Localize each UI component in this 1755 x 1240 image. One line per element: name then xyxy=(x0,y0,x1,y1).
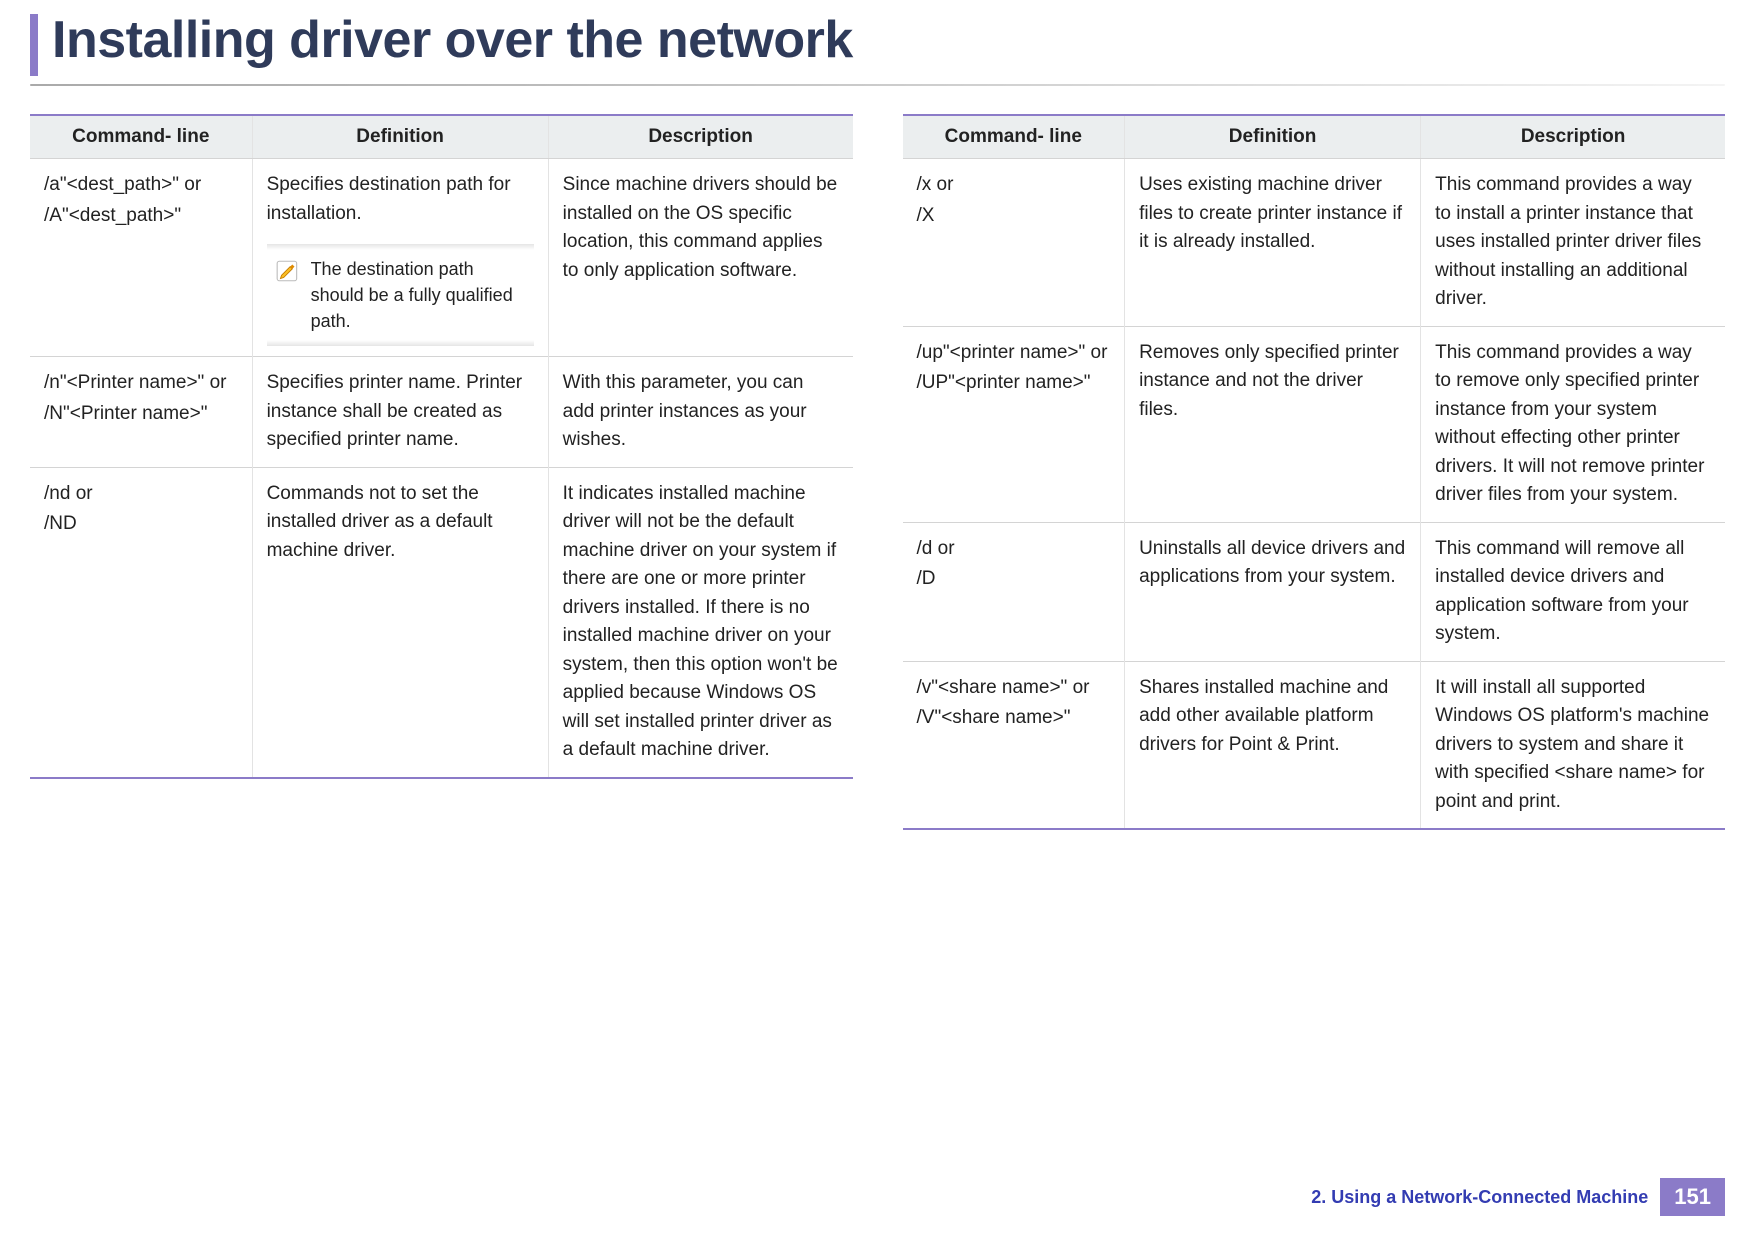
command-cell: /nd or /ND xyxy=(30,467,252,778)
table-row: /up"<printer name>" or /UP"<printer name… xyxy=(903,326,1726,522)
command-text: /d or xyxy=(917,535,1111,564)
col-header-command: Command- line xyxy=(903,115,1125,159)
definition-cell: Uninstalls all device drivers and applic… xyxy=(1125,522,1421,661)
page-number: 151 xyxy=(1660,1178,1725,1216)
col-header-definition: Definition xyxy=(252,115,548,159)
command-cell: /x or /X xyxy=(903,159,1125,327)
command-text: /x or xyxy=(917,171,1111,200)
table-header-row: Command- line Definition Description xyxy=(903,115,1726,159)
command-cell: /a"<dest_path>" or /A"<dest_path>" xyxy=(30,159,252,357)
command-text: /a"<dest_path>" or xyxy=(44,171,238,200)
description-cell: It will install all supported Windows OS… xyxy=(1421,661,1725,829)
command-cell: /d or /D xyxy=(903,522,1125,661)
table-row: /x or /X Uses existing machine driver fi… xyxy=(903,159,1726,327)
command-cell: /v"<share name>" or /V"<share name>" xyxy=(903,661,1125,829)
page-header: Installing driver over the network xyxy=(30,0,1725,76)
command-text: /ND xyxy=(44,510,238,539)
command-text: /n"<Printer name>" or xyxy=(44,369,238,398)
col-header-description: Description xyxy=(1421,115,1725,159)
table-row: /v"<share name>" or /V"<share name>" Sha… xyxy=(903,661,1726,829)
definition-cell: Removes only specified printer instance … xyxy=(1125,326,1421,522)
page-title: Installing driver over the network xyxy=(52,10,853,70)
definition-cell: Specifies destination path for installat… xyxy=(252,159,548,357)
command-cell: /up"<printer name>" or /UP"<printer name… xyxy=(903,326,1125,522)
right-column: Command- line Definition Description /x … xyxy=(903,114,1726,830)
command-cell: /n"<Printer name>" or /N"<Printer name>" xyxy=(30,357,252,468)
description-cell: It indicates installed machine driver wi… xyxy=(548,467,852,778)
command-text: /v"<share name>" or xyxy=(917,674,1111,703)
pencil-note-icon xyxy=(275,258,301,284)
footer-section-text: 2. Using a Network-Connected Machine xyxy=(1311,1187,1648,1208)
table-row: /d or /D Uninstalls all device drivers a… xyxy=(903,522,1726,661)
command-text: /X xyxy=(917,202,1111,231)
page-footer: 2. Using a Network-Connected Machine 151 xyxy=(1311,1178,1725,1216)
command-text: /A"<dest_path>" xyxy=(44,202,238,231)
table-header-row: Command- line Definition Description xyxy=(30,115,853,159)
table-row: /a"<dest_path>" or /A"<dest_path>" Speci… xyxy=(30,159,853,357)
content-columns: Command- line Definition Description /a"… xyxy=(30,114,1725,830)
command-table-right: Command- line Definition Description /x … xyxy=(903,114,1726,830)
definition-text: Specifies destination path for installat… xyxy=(267,174,511,224)
command-table-left: Command- line Definition Description /a"… xyxy=(30,114,853,779)
description-cell: This command will remove all installed d… xyxy=(1421,522,1725,661)
description-cell: With this parameter, you can add printer… xyxy=(548,357,852,468)
table-row: /nd or /ND Commands not to set the insta… xyxy=(30,467,853,778)
note-box: The destination path should be a fully q… xyxy=(267,246,534,344)
definition-cell: Specifies printer name. Printer instance… xyxy=(252,357,548,468)
definition-cell: Uses existing machine driver files to cr… xyxy=(1125,159,1421,327)
table-row: /n"<Printer name>" or /N"<Printer name>"… xyxy=(30,357,853,468)
command-text: /nd or xyxy=(44,480,238,509)
command-text: /D xyxy=(917,565,1111,594)
definition-cell: Shares installed machine and add other a… xyxy=(1125,661,1421,829)
definition-cell: Commands not to set the installed driver… xyxy=(252,467,548,778)
description-cell: This command provides a way to remove on… xyxy=(1421,326,1725,522)
col-header-description: Description xyxy=(548,115,852,159)
col-header-command: Command- line xyxy=(30,115,252,159)
command-text: /UP"<printer name>" xyxy=(917,369,1111,398)
command-text: /V"<share name>" xyxy=(917,704,1111,733)
header-accent-bar xyxy=(30,14,38,76)
left-column: Command- line Definition Description /a"… xyxy=(30,114,853,830)
command-text: /up"<printer name>" or xyxy=(917,339,1111,368)
description-cell: Since machine drivers should be installe… xyxy=(548,159,852,357)
description-cell: This command provides a way to install a… xyxy=(1421,159,1725,327)
command-text: /N"<Printer name>" xyxy=(44,400,238,429)
note-text: The destination path should be a fully q… xyxy=(311,256,522,334)
header-divider xyxy=(30,84,1725,86)
col-header-definition: Definition xyxy=(1125,115,1421,159)
